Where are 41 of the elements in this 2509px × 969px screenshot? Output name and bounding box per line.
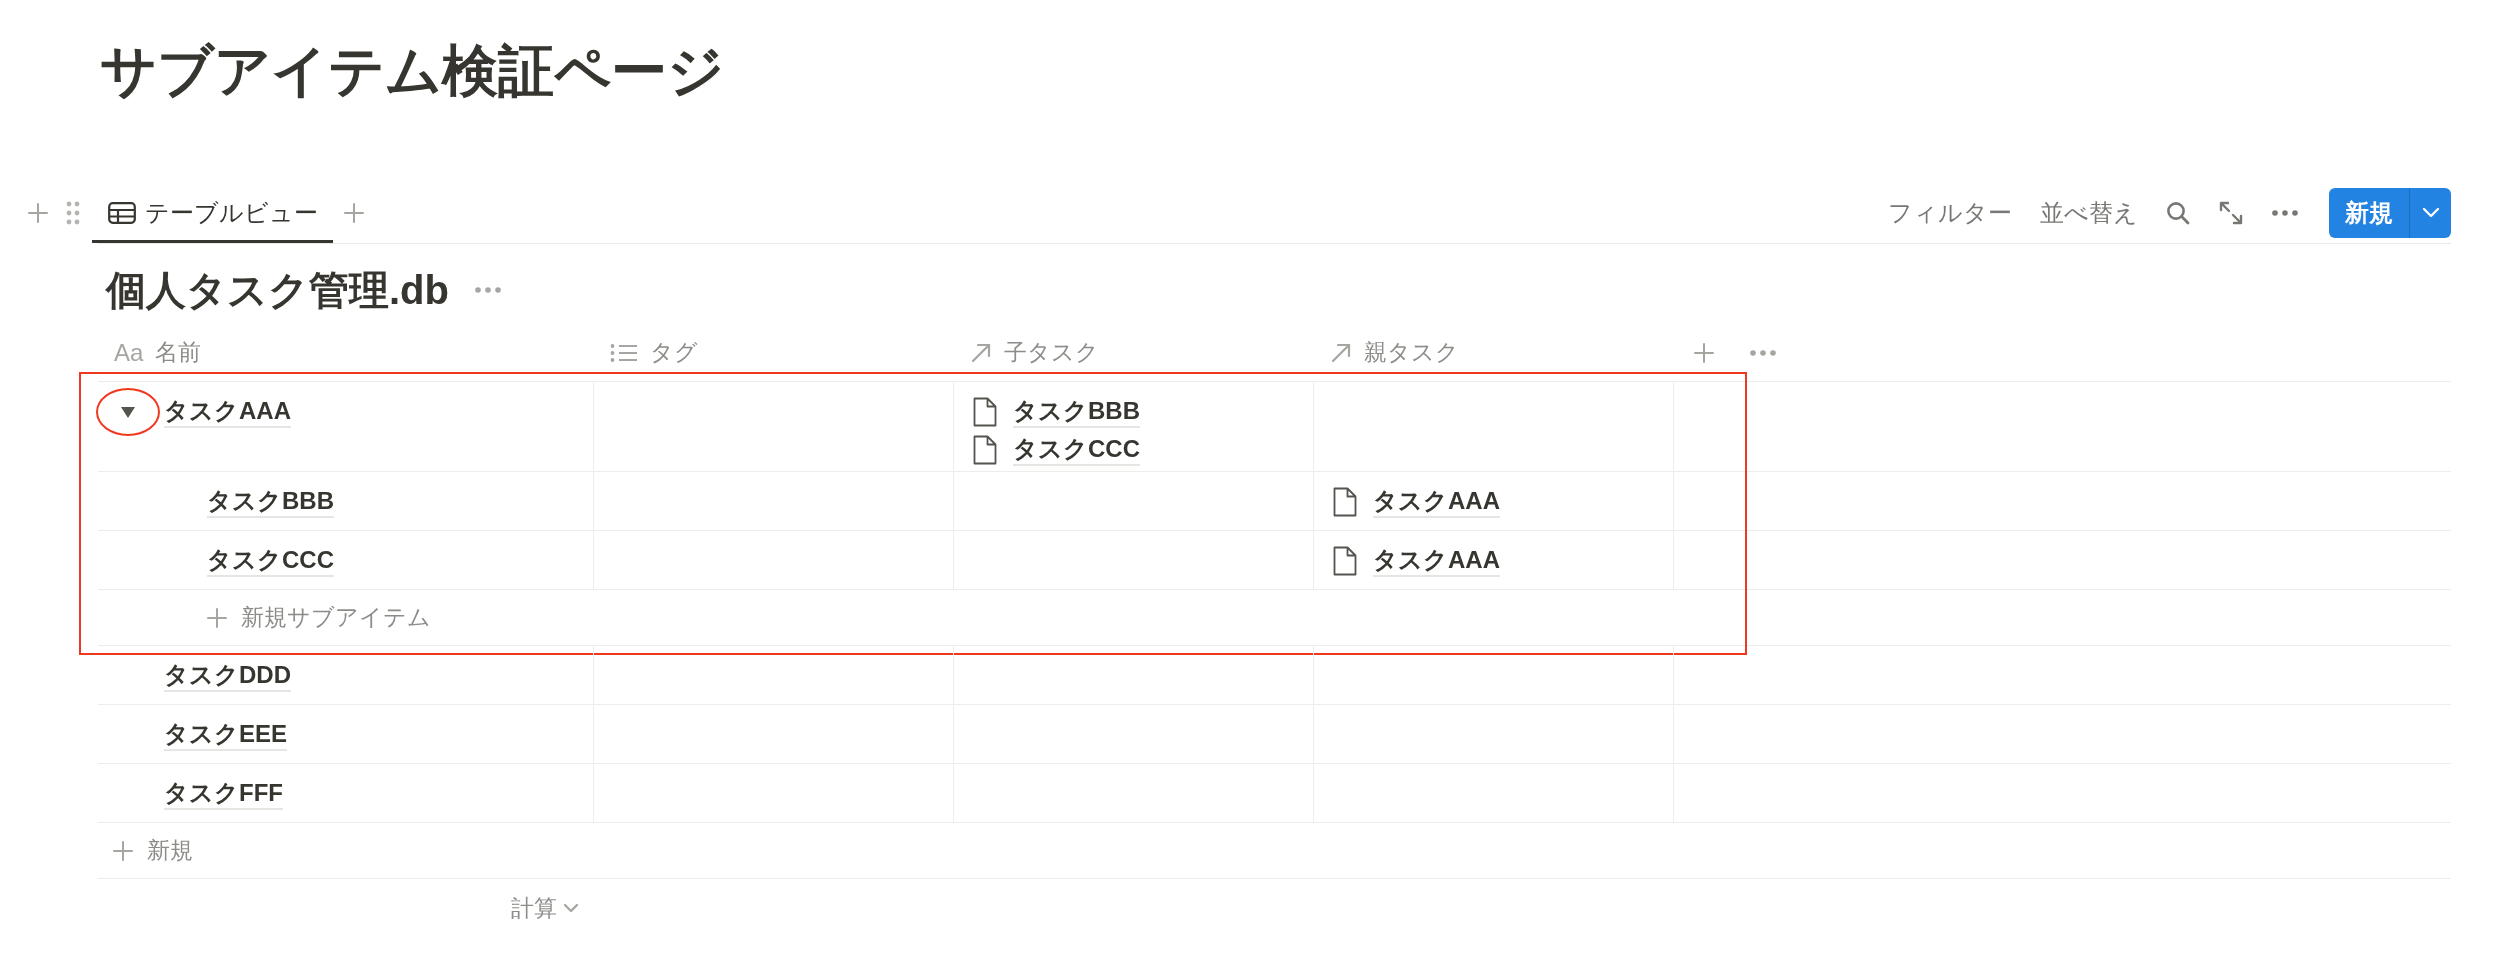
filter-button[interactable]: フィルター [1888,197,2012,228]
plus-icon[interactable] [1694,342,1714,363]
relation-link[interactable]: タスクAAA [1373,545,1500,577]
document-icon [973,397,997,427]
relation-link[interactable]: タスクBBB [1013,396,1140,428]
document-icon [1333,546,1357,576]
plus-icon[interactable] [344,202,364,223]
property-type-mark: Aa [114,338,144,367]
table-icon [108,201,136,224]
more-icon[interactable] [1750,349,1776,356]
arrow-up-right-icon [1330,341,1352,364]
plus-icon[interactable] [28,202,48,223]
expand-arrows-icon[interactable] [2218,199,2244,226]
calculate-button[interactable]: 計算 [511,889,579,927]
more-icon[interactable] [2272,209,2298,216]
new-dropdown-button[interactable] [2409,187,2451,238]
list-icon [610,342,638,363]
row-title-link[interactable]: タスクDDD [164,660,291,692]
relation-link[interactable]: タスクCCC [1013,434,1140,466]
row-title-link[interactable]: タスクBBB [207,486,334,518]
chevron-down-icon [563,903,579,913]
sort-button[interactable]: 並べ替え [2040,197,2138,228]
new-button[interactable]: 新規 [2329,187,2409,238]
more-icon[interactable] [475,287,501,293]
row-title-link[interactable]: タスクFFF [164,778,283,810]
view-tab[interactable]: テーブルビュー [92,182,333,243]
arrow-up-right-icon [970,341,992,364]
relation-link[interactable]: タスクAAA [1373,486,1500,518]
document-icon [1333,487,1357,517]
row-title-link[interactable]: タスクEEE [164,719,288,751]
plus-icon [207,607,227,628]
database-title: 個人タスク管理.db [106,267,449,314]
chevron-down-icon [2421,207,2440,218]
search-icon[interactable] [2166,200,2190,225]
page-title: サブアイテム検証ページ [99,38,724,104]
row-title-link[interactable]: タスクCCC [207,545,334,577]
caret-down-icon [120,405,136,419]
plus-icon [113,840,133,861]
document-icon [973,435,997,465]
row-title-link[interactable]: タスクAAA [164,396,291,428]
drag-handle-icon[interactable] [66,200,80,225]
